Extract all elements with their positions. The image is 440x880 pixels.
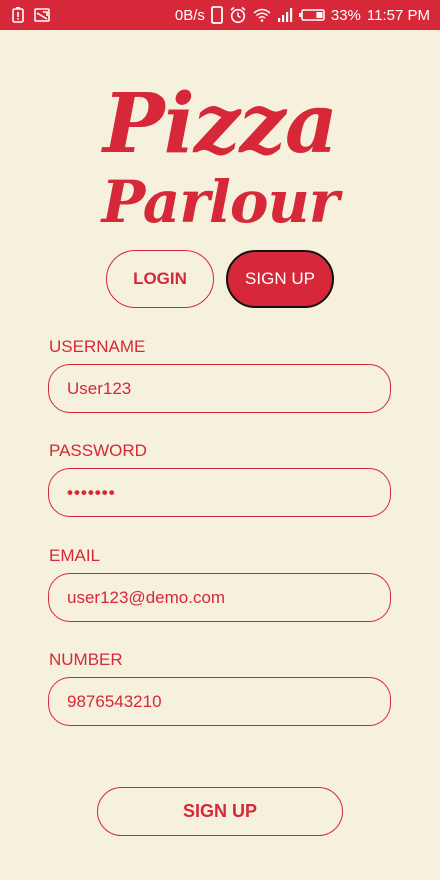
clock: 11:57 PM [366,6,430,24]
password-input[interactable]: ••••••• [48,468,391,517]
number-input[interactable]: 9876543210 [48,677,391,726]
password-value: ••••••• [67,482,116,502]
signal-icon [277,8,293,22]
net-speed: 0B/s [174,6,205,24]
email-label: EMAIL [49,546,101,565]
logo-title: Pizza [102,76,338,172]
username-input[interactable]: User123 [48,364,391,413]
username-value: User123 [67,378,132,398]
password-label: PASSWORD [49,441,147,460]
logo-subtitle: Parlour [101,168,340,236]
number-label: NUMBER [49,650,123,669]
status-right-icons: 0B/s 33% 11:57 PM [175,5,430,25]
wifi-icon [253,8,271,22]
status-left-icons [12,7,50,23]
email-value: user123@demo.com [67,587,226,607]
cast-icon [34,8,50,22]
alarm-icon [229,6,247,24]
battery-percent: 33% [330,6,361,24]
login-tab-button[interactable]: LOGIN [106,250,214,308]
signup-tab-button[interactable]: SIGN UP [226,250,334,308]
signup-submit-button[interactable]: SIGN UP [97,787,343,836]
phone-icon [210,6,223,24]
number-value: 9876543210 [67,691,162,711]
status-bar: 0B/s 33% 11:57 PM [0,0,440,30]
battery-icon [298,9,325,21]
email-input[interactable]: user123@demo.com [48,573,391,622]
username-label: USERNAME [49,337,146,356]
battery-saver-icon [12,7,24,23]
